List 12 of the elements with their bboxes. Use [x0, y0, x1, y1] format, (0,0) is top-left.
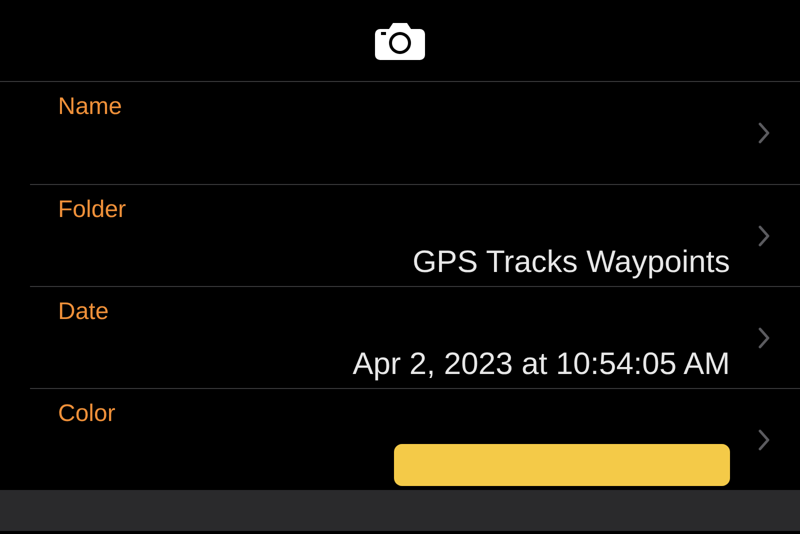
chevron-icon[interactable]: [757, 121, 771, 145]
camera-icon[interactable]: [374, 20, 426, 60]
field-label: Date: [58, 298, 109, 326]
chevron-icon[interactable]: [757, 428, 771, 452]
chevron-icon[interactable]: [757, 224, 771, 248]
field-label: Name: [58, 93, 122, 121]
field-label: Color: [58, 400, 116, 428]
field-value: GPS Tracks Waypoints: [412, 244, 730, 280]
field-value: Apr 2, 2023 at 10:54:05 AM: [352, 346, 730, 382]
chevron-icon[interactable]: [757, 326, 771, 350]
field-label: Folder: [58, 196, 126, 224]
color-swatch[interactable]: [394, 444, 730, 486]
